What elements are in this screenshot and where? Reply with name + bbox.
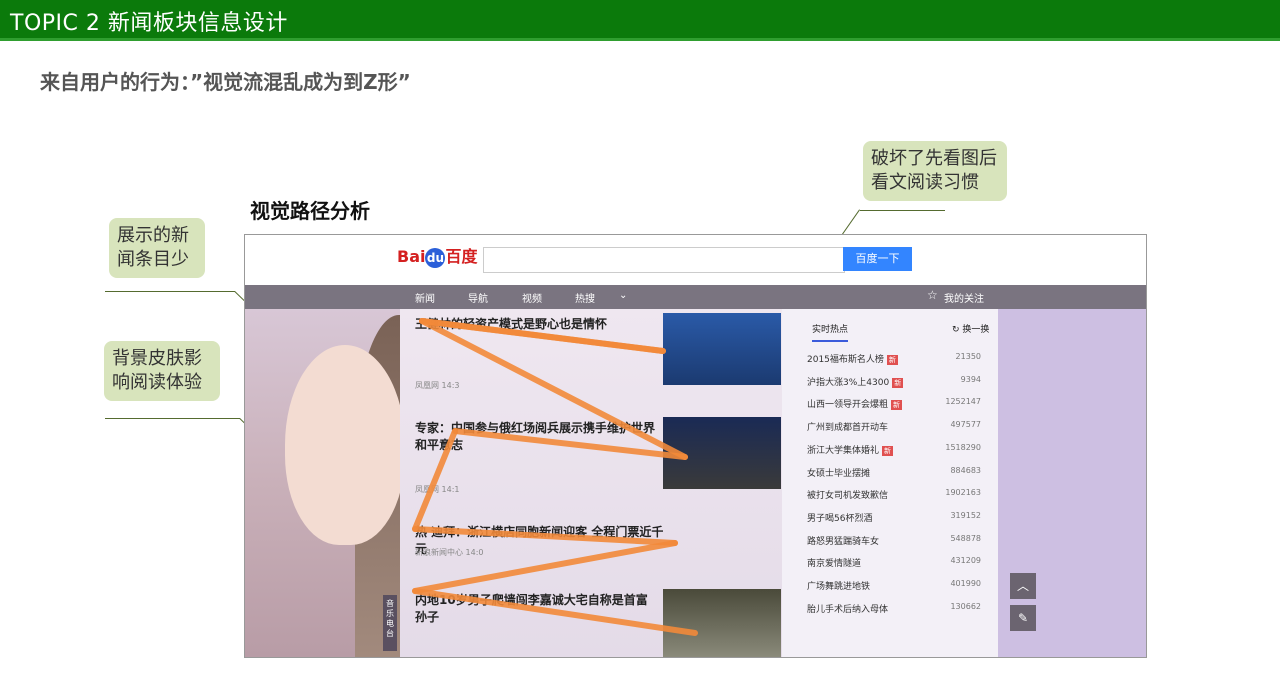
new-badge: 新 [886, 355, 898, 365]
hot-item-label: 浙江大学集体婚礼 [807, 445, 880, 456]
z-path-segment [452, 428, 688, 460]
note-few-news: 展示的新闻条目少 [109, 218, 205, 278]
z-path-overlay [412, 318, 698, 636]
hot-list-item[interactable]: 南京爱情隧道 431209 [807, 556, 981, 570]
connector-line [105, 418, 240, 419]
hot-list-item[interactable]: 广场舞跳进地铁 401990 [807, 579, 981, 593]
new-badge: 新 [892, 377, 904, 388]
baidu-screenshot: Baidu百度 百度一下 新闻 导航 视频 热搜 ⌄ ☆ 我的关注 王健林的轻资… [244, 234, 1147, 658]
hot-list-item[interactable]: 被打女司机发致歉信 1902163 [807, 488, 981, 502]
hot-item-label: 南京爱情隧道 [807, 559, 862, 570]
z-path-segment [412, 588, 698, 636]
connector-line [105, 291, 235, 292]
hot-item-count: 431209 [950, 556, 981, 566]
hot-item-label: 沪指大涨3%上4300 [807, 377, 890, 388]
hot-item-label: 被打女司机发致歉信 [807, 491, 889, 502]
subtitle: 来自用户的行为：”视觉流混乱成为到Z形” [40, 70, 411, 94]
hot-item-label: 胎儿手术后纳入母体 [807, 604, 889, 615]
hot-item-count: 497577 [950, 420, 981, 430]
hot-item-label: 男子喝56杯烈酒 [807, 513, 873, 524]
z-path-segment [412, 540, 678, 594]
z-path-segment [419, 318, 666, 354]
hot-item-count: 9394 [960, 374, 981, 384]
hot-item-count: 884683 [950, 465, 981, 475]
z-path-lines [412, 318, 698, 636]
section-title: 视觉路径分析 [250, 199, 370, 223]
hot-item-count: 1518290 [945, 442, 981, 452]
hot-item-label: 女硕士毕业摆摊 [807, 468, 871, 479]
hot-item-label: 路怒男猛踹骑车女 [807, 536, 880, 547]
hot-item-label: 广场舞跳进地铁 [807, 582, 871, 592]
hot-list-item[interactable]: 胎儿手术后纳入母体 130662 [807, 602, 981, 616]
z-path-segment [412, 428, 458, 532]
note-destroy-habit: 破坏了先看图后看文阅读习惯 [863, 141, 1007, 201]
hot-item-label: 广州到成都首开动车 [807, 423, 889, 434]
hot-list-item[interactable]: 广州到成都首开动车 497577 [807, 420, 981, 434]
hot-item-count: 21350 [955, 352, 981, 361]
hot-list-item[interactable]: 男子喝56杯烈酒 319152 [807, 511, 981, 525]
new-badge: 新 [882, 445, 894, 456]
hot-list-item[interactable]: 沪指大涨3%上4300 新 9394 [807, 375, 981, 389]
hot-list-item[interactable]: 路怒男猛踹骑车女 548878 [807, 534, 981, 548]
hot-list-item[interactable]: 浙江大学集体婚礼新 1518290 [807, 443, 981, 457]
hot-item-count: 401990 [950, 579, 981, 588]
new-badge: 新 [891, 400, 903, 411]
z-path-segment [412, 526, 678, 546]
hot-item-count: 130662 [950, 601, 981, 611]
hot-list-item[interactable]: 山西一领导开会爆粗新 1252147 [807, 397, 981, 411]
note-skin-bg: 背景皮肤影响阅读体验 [104, 341, 220, 401]
hot-item-count: 548878 [950, 533, 981, 543]
note-few-news-text: 展示的新闻条目少 [117, 225, 189, 270]
topic-title: TOPIC 2 新闻板块信息设计 [10, 11, 288, 36]
hot-item-count: 319152 [950, 510, 981, 520]
hot-item-count: 1902163 [945, 488, 981, 498]
hot-list-item[interactable]: 2015福布斯名人榜新 21350 [807, 352, 981, 366]
topic-header-bar: TOPIC 2 新闻板块信息设计 [0, 0, 1280, 41]
hot-item-count: 1252147 [945, 397, 981, 407]
note-destroy-habit-text: 破坏了先看图后看文阅读习惯 [871, 148, 997, 193]
z-path-segment [419, 318, 688, 460]
hot-item-label: 山西一领导开会爆粗 [807, 400, 889, 411]
connector-line [860, 210, 945, 211]
note-skin-bg-text: 背景皮肤影响阅读体验 [112, 348, 202, 393]
hot-item-label: 2015福布斯名人榜 [807, 355, 884, 365]
hot-list-item[interactable]: 女硕士毕业摆摊 884683 [807, 466, 981, 480]
